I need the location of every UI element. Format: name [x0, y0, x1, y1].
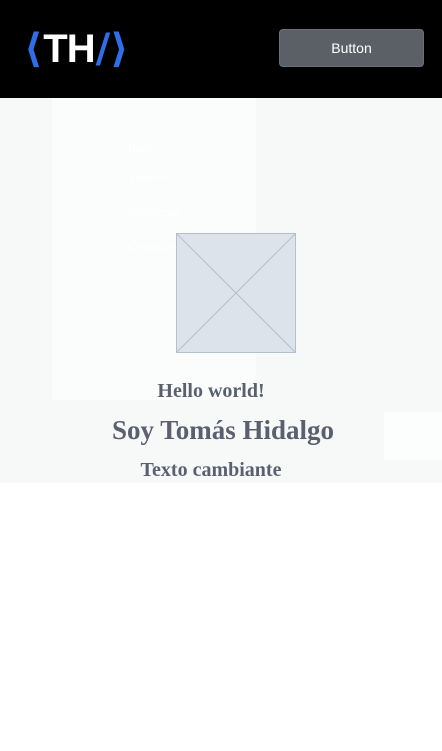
site-logo[interactable]: ⟨ TH /⟩: [24, 26, 140, 72]
menu-item-proyectos[interactable]: Proyectos: [128, 204, 179, 220]
menu-item-sobre-mi[interactable]: Sobre mí: [128, 170, 175, 186]
profile-image-placeholder: [176, 233, 296, 353]
logo-close-bracket: /⟩: [95, 26, 129, 72]
logo-letters: TH: [43, 27, 95, 71]
hero-name: Soy Tomás Hidalgo: [111, 415, 335, 445]
logo-open-bracket: ⟨: [24, 26, 43, 72]
menu-item-inicio[interactable]: Inicio: [128, 140, 158, 156]
header-button[interactable]: Button: [279, 29, 424, 67]
image-placeholder-icon: [177, 234, 295, 352]
menu-item-contacto[interactable]: Contacto: [128, 238, 175, 254]
hero-greeting: Hello world!: [157, 380, 265, 402]
navbar: ⟨ TH /⟩ Button: [0, 0, 442, 98]
hero-changing-text: Texto cambiante: [140, 459, 282, 481]
